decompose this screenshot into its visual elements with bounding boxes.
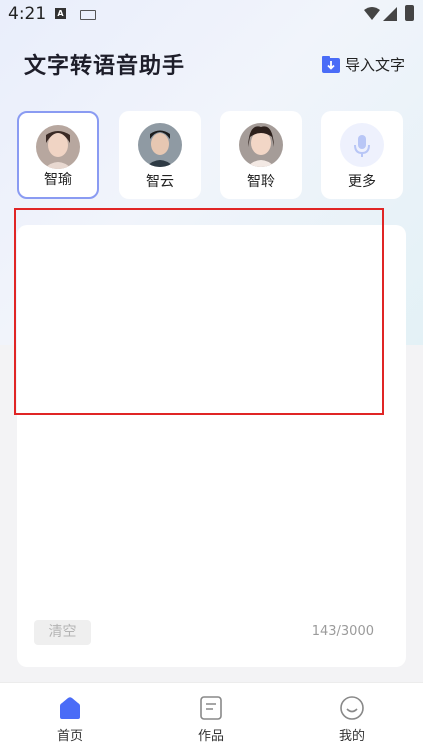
clear-button[interactable]: 清空 bbox=[34, 620, 91, 645]
nav-item-home[interactable]: 首页 bbox=[35, 689, 105, 744]
import-text-button[interactable]: 导入文字 bbox=[322, 54, 405, 75]
import-text-label: 导入文字 bbox=[345, 56, 406, 74]
voice-card-zhiyun[interactable]: 智云 bbox=[119, 111, 201, 199]
nav-label: 我的 bbox=[338, 729, 365, 744]
folder-import-icon bbox=[322, 55, 340, 73]
nav-item-works[interactable]: 作品 bbox=[176, 689, 246, 744]
avatar bbox=[138, 123, 182, 167]
nav-item-mine[interactable]: 我的 bbox=[317, 689, 387, 744]
bottom-nav: 首页 作品 我的 bbox=[0, 682, 423, 753]
voice-name: 智云 bbox=[146, 174, 174, 190]
mic-icon bbox=[340, 123, 384, 167]
nav-label: 作品 bbox=[197, 729, 224, 744]
nav-label: 首页 bbox=[56, 729, 83, 744]
voice-card-more[interactable]: 更多 bbox=[321, 111, 403, 199]
status-bar: 4:21 A bbox=[0, 0, 423, 30]
voice-selector: 智瑜 智云 智聆 更多 bbox=[17, 111, 407, 201]
voice-card-zhiling[interactable]: 智聆 bbox=[220, 111, 302, 199]
voice-name: 智聆 bbox=[247, 174, 275, 190]
avatar bbox=[36, 125, 80, 169]
keyboard-icon bbox=[80, 10, 96, 20]
voice-name: 智瑜 bbox=[44, 172, 72, 188]
char-counter: 143/3000 bbox=[311, 624, 374, 639]
selection-highlight bbox=[14, 208, 384, 415]
signal-icon bbox=[383, 7, 397, 21]
smiley-icon bbox=[340, 696, 364, 720]
voice-name: 更多 bbox=[348, 174, 376, 190]
battery-icon bbox=[405, 5, 414, 21]
status-time: 4:21 bbox=[8, 4, 47, 24]
document-icon bbox=[200, 696, 222, 720]
avatar bbox=[239, 123, 283, 167]
voice-card-zhiyu[interactable]: 智瑜 bbox=[17, 111, 99, 199]
app-notification-icon: A bbox=[55, 8, 66, 19]
page-title: 文字转语音助手 bbox=[24, 54, 186, 79]
wifi-icon bbox=[364, 7, 380, 20]
home-icon bbox=[60, 697, 80, 719]
